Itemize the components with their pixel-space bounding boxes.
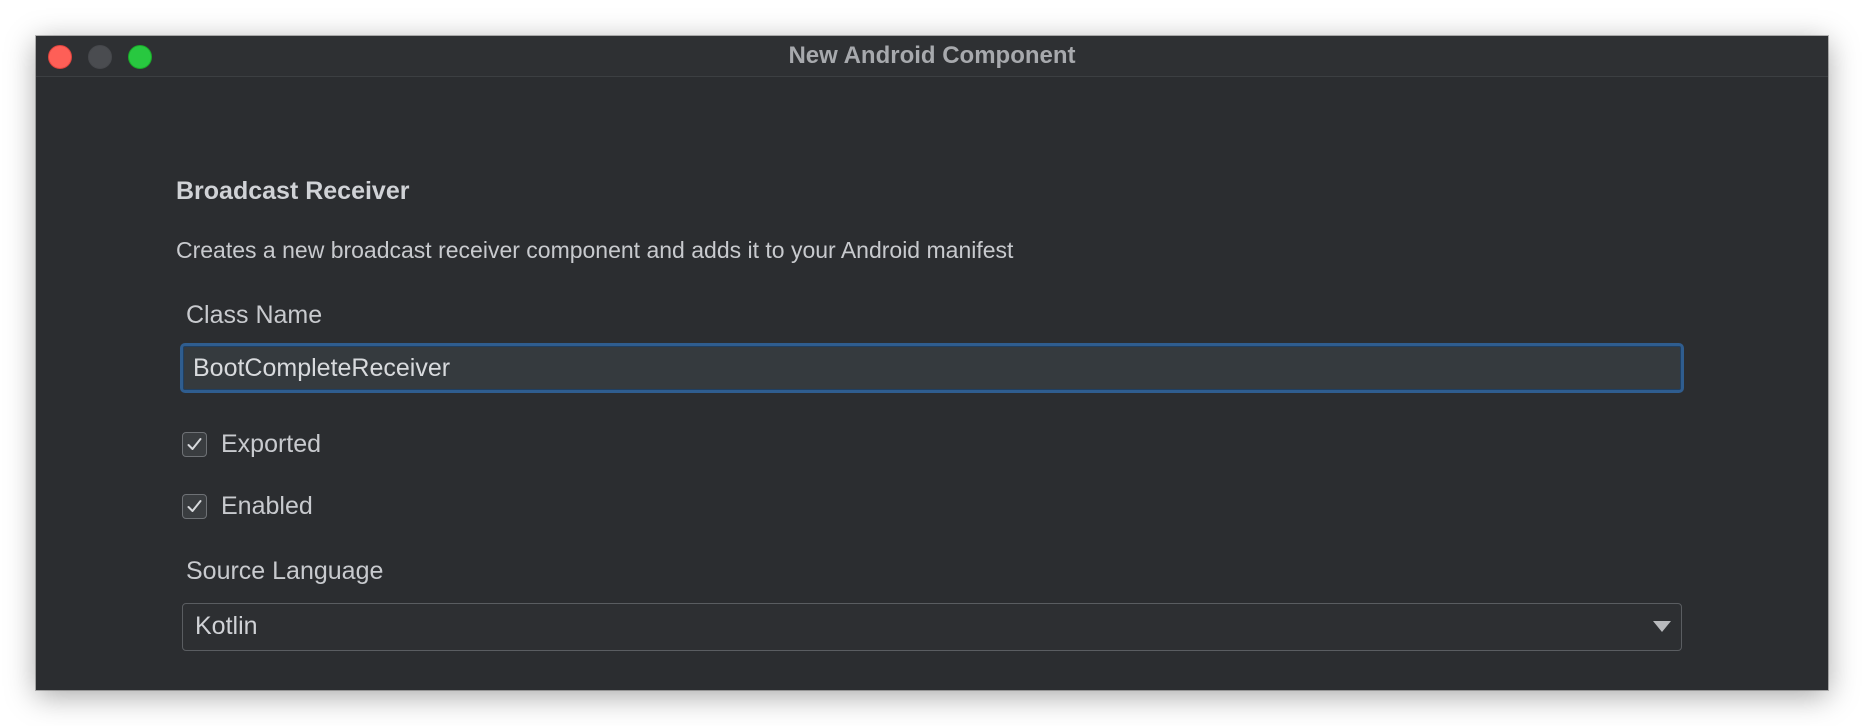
- window-title: New Android Component: [788, 42, 1076, 69]
- component-title: Broadcast Receiver: [176, 177, 410, 205]
- class-name-label: Class Name: [186, 301, 323, 329]
- enabled-label: Enabled: [221, 491, 313, 520]
- class-name-field-wrapper: [180, 343, 1684, 393]
- dialog-content: Broadcast Receiver Creates a new broadca…: [36, 77, 1828, 690]
- chevron-down-icon: [1653, 621, 1671, 632]
- source-language-label: Source Language: [186, 557, 384, 585]
- checkmark-icon: [187, 499, 202, 512]
- title-bar[interactable]: New Android Component: [36, 36, 1828, 77]
- enabled-checkbox-row[interactable]: Enabled: [182, 491, 313, 521]
- enabled-checkbox[interactable]: [182, 493, 207, 519]
- component-description: Creates a new broadcast receiver compone…: [176, 237, 1014, 263]
- exported-checkbox-row[interactable]: Exported: [182, 429, 321, 459]
- class-name-input[interactable]: [193, 346, 1671, 390]
- exported-label: Exported: [221, 429, 322, 458]
- exported-checkbox[interactable]: [182, 431, 207, 457]
- checkmark-icon: [187, 437, 202, 450]
- source-language-select[interactable]: Kotlin: [182, 603, 1682, 651]
- dialog-window: New Android Component Broadcast Receiver…: [36, 36, 1828, 690]
- source-language-value: Kotlin: [195, 612, 258, 640]
